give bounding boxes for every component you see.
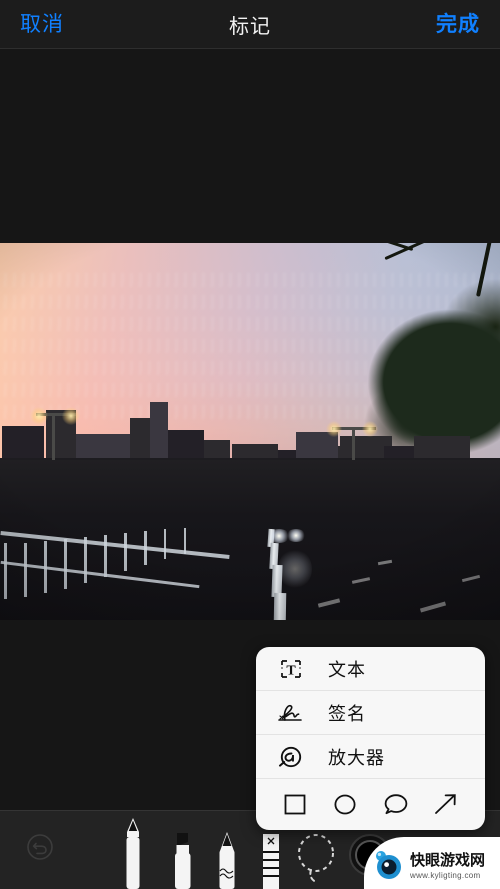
pen-tool[interactable] [118,817,148,889]
eraser-icon [263,834,279,889]
pencil-icon [219,832,235,889]
undo-icon [27,834,53,860]
menu-item-label: 放大器 [328,747,385,768]
circle-shape-icon[interactable] [328,787,362,821]
signature-icon [274,698,308,728]
menu-item-label: 签名 [328,703,366,724]
menu-item-signature[interactable]: 签名 [256,691,485,735]
color-well-button[interactable] [348,833,392,877]
markup-add-menu[interactable]: T 文本 签名 放大器 [256,647,485,830]
lasso-tool[interactable] [294,829,338,885]
menu-item-magnifier[interactable]: 放大器 [256,735,485,779]
photo-image[interactable] [0,243,500,620]
pen-icon [126,818,140,889]
menu-item-label: 文本 [328,659,366,680]
photo-vignette [0,243,500,620]
speech-bubble-shape-icon[interactable] [379,787,413,821]
shape-tools-row [256,779,485,829]
pencil-tool[interactable] [214,831,240,889]
marker-icon [175,833,191,889]
menu-item-text[interactable]: T 文本 [256,647,485,691]
navigation-bar: 取消 标记 完成 [0,0,500,49]
page-title: 标记 [229,15,271,38]
done-button[interactable]: 完成 [436,14,480,35]
markup-screen: 取消 标记 完成 T 文本 签名 放大器 快眼游戏网 www.kyligting… [0,0,500,889]
eraser-tool[interactable] [258,833,284,889]
lasso-icon [298,834,334,883]
square-shape-icon[interactable] [278,787,312,821]
marker-tool[interactable] [167,831,197,889]
magnifier-icon [274,742,308,772]
svg-text:T: T [286,663,296,678]
text-box-icon: T [274,654,308,684]
undo-button[interactable] [22,829,58,865]
color-well-icon [349,834,391,876]
arrow-shape-icon[interactable] [429,787,463,821]
